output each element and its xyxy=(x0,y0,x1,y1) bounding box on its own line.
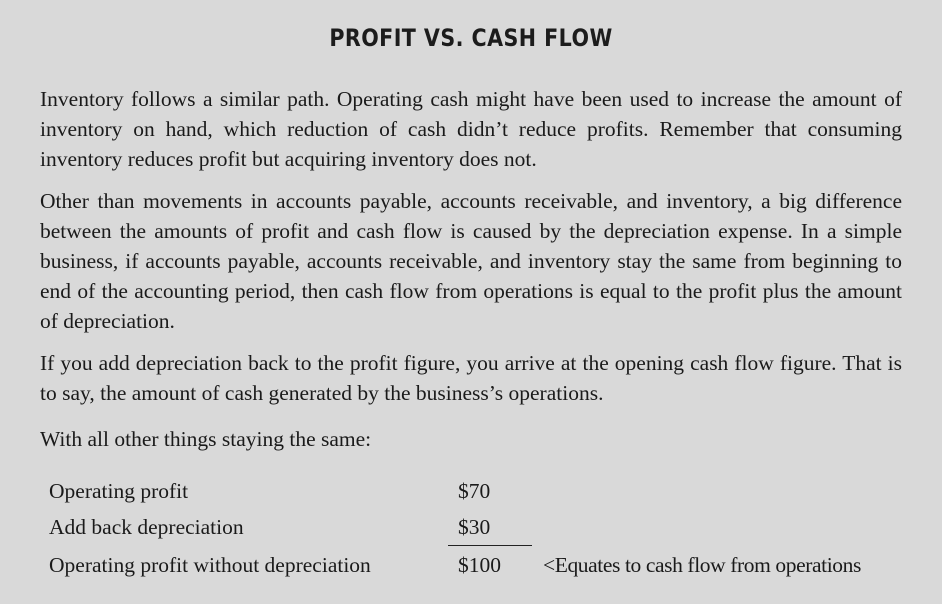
calc-label-operating-profit: Operating profit xyxy=(49,479,189,503)
paragraph-inventory: Inventory follows a similar path. Operat… xyxy=(40,87,902,171)
calc-amount-operating-profit: $70 xyxy=(458,479,491,503)
paragraph-depreciation: Other than movements in accounts payable… xyxy=(40,189,902,333)
calc-amount-depreciation: $30 xyxy=(458,515,491,539)
calc-label-depreciation: Add back depreciation xyxy=(49,515,244,539)
calc-amount-total: $100 xyxy=(458,553,501,577)
calc-note: <Equates to cash flow from operations xyxy=(543,553,861,577)
calc-label-total: Operating profit without depreciation xyxy=(49,553,371,577)
paragraph-intro-calculation: With all other things staying the same: xyxy=(40,427,372,451)
section-title: PROFIT VS. CASH FLOW xyxy=(329,24,613,52)
paragraph-add-back: If you add depreciation back to the prof… xyxy=(40,351,902,405)
sum-rule xyxy=(448,545,532,546)
